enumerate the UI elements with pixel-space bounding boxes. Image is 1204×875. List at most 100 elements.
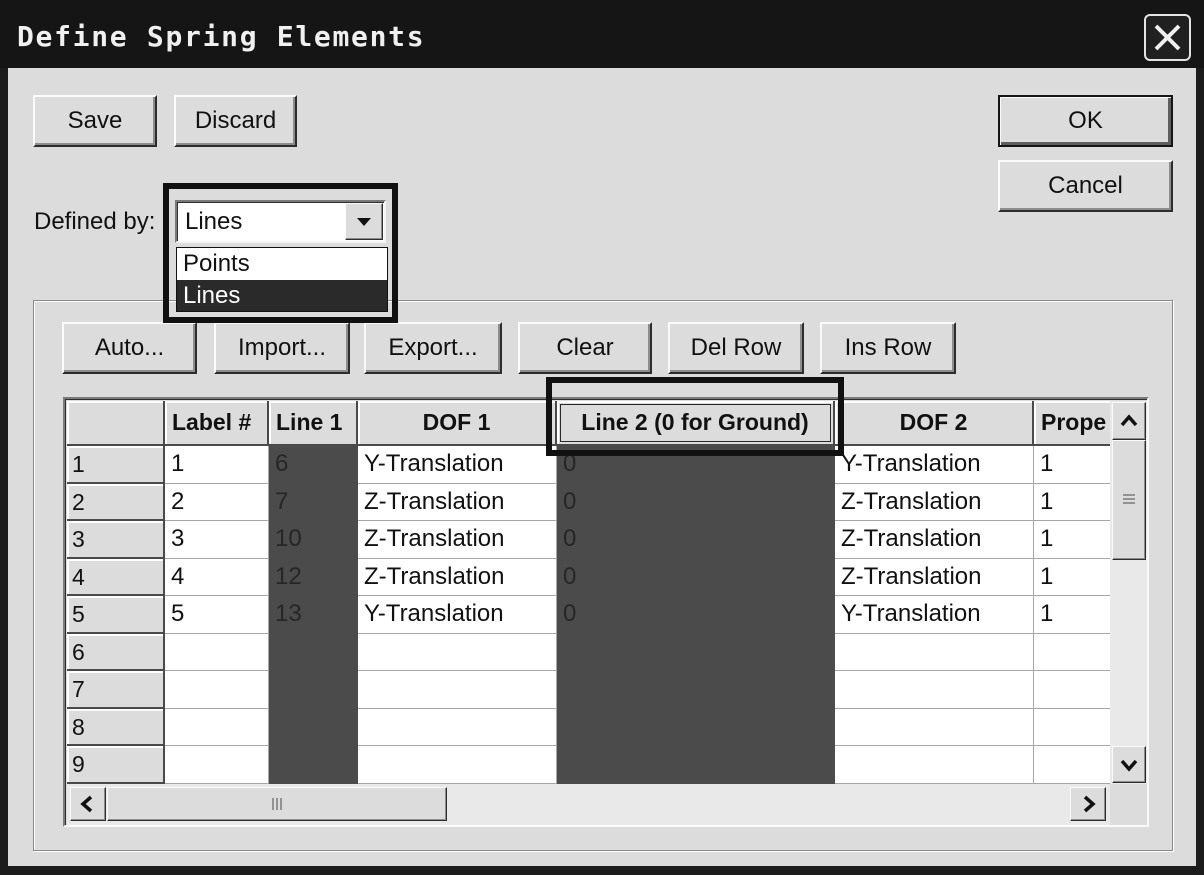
ins-row-button[interactable]: Ins Row: [820, 322, 956, 374]
cell-line-2[interactable]: 0: [557, 558, 835, 596]
cell-property[interactable]: [1034, 671, 1114, 709]
cell-dof-1[interactable]: [358, 671, 557, 709]
cell-dof-2[interactable]: [835, 671, 1034, 709]
row-header[interactable]: 4: [67, 558, 165, 596]
chevron-left-icon: [80, 795, 93, 813]
export-button[interactable]: Export...: [364, 322, 502, 374]
cell-property[interactable]: 1: [1034, 596, 1114, 634]
cell-dof-1[interactable]: Z-Translation: [358, 558, 557, 596]
cell-property[interactable]: 1: [1034, 483, 1114, 521]
cell-property[interactable]: 1: [1034, 558, 1114, 596]
cell-line-2[interactable]: [557, 671, 835, 709]
cell-property[interactable]: 1: [1034, 521, 1114, 559]
cell-property[interactable]: [1034, 708, 1114, 746]
column-header-dof-1[interactable]: DOF 1: [358, 401, 557, 446]
auto-button[interactable]: Auto...: [62, 322, 197, 374]
cell-line-2[interactable]: [557, 633, 835, 671]
cell-label[interactable]: 4: [165, 558, 269, 596]
vertical-scrollbar[interactable]: [1110, 401, 1147, 784]
save-button[interactable]: Save: [33, 95, 157, 147]
close-button[interactable]: [1144, 14, 1191, 61]
cell-line-1[interactable]: [269, 708, 358, 746]
grip-icon: [272, 798, 282, 810]
table-row: 4 4 12 Z-Translation 0 Z-Translation 1: [65, 558, 1114, 596]
table-row: 9: [65, 746, 1114, 784]
cell-property[interactable]: 1: [1034, 446, 1114, 484]
cell-property[interactable]: [1034, 746, 1114, 784]
cell-dof-2[interactable]: Z-Translation: [835, 521, 1034, 559]
column-header-label[interactable]: Label #: [165, 401, 269, 446]
cell-line-1[interactable]: 6: [269, 446, 358, 484]
cell-line-2[interactable]: 0: [557, 596, 835, 634]
cell-line-1[interactable]: 7: [269, 483, 358, 521]
cell-line-1[interactable]: [269, 633, 358, 671]
table-row: 5 5 13 Y-Translation 0 Y-Translation 1: [65, 596, 1114, 634]
cell-dof-1[interactable]: Z-Translation: [358, 521, 557, 559]
ok-button[interactable]: OK: [998, 95, 1173, 147]
row-header[interactable]: 2: [67, 483, 165, 521]
scrollbar-corner: [1110, 784, 1147, 825]
cell-label[interactable]: 1: [165, 446, 269, 484]
cell-label[interactable]: [165, 708, 269, 746]
row-header[interactable]: 6: [67, 633, 165, 671]
cancel-button[interactable]: Cancel: [998, 160, 1173, 212]
table-row: 3 3 10 Z-Translation 0 Z-Translation 1: [65, 521, 1114, 559]
cell-line-1[interactable]: 10: [269, 521, 358, 559]
cell-line-2[interactable]: [557, 746, 835, 784]
cell-label[interactable]: [165, 671, 269, 709]
cell-dof-2[interactable]: [835, 708, 1034, 746]
cell-dof-2[interactable]: [835, 746, 1034, 784]
cell-label[interactable]: [165, 633, 269, 671]
cell-dof-2[interactable]: Z-Translation: [835, 483, 1034, 521]
row-header[interactable]: 8: [67, 708, 165, 746]
clear-button[interactable]: Clear: [518, 322, 652, 374]
chevron-up-icon: [1120, 414, 1138, 427]
cell-property[interactable]: [1034, 633, 1114, 671]
scroll-right-button[interactable]: [1070, 787, 1106, 821]
row-header[interactable]: 9: [67, 746, 165, 784]
column-header-dof-2[interactable]: DOF 2: [835, 401, 1034, 446]
cell-dof-2[interactable]: Z-Translation: [835, 558, 1034, 596]
cell-label[interactable]: 3: [165, 521, 269, 559]
spring-elements-grid: Label # Line 1 DOF 1 Line 2 (0 for Groun…: [63, 397, 1149, 827]
cell-dof-2[interactable]: [835, 633, 1034, 671]
grip-icon: [1123, 494, 1135, 504]
cell-line-2[interactable]: 0: [557, 483, 835, 521]
row-header[interactable]: 3: [67, 521, 165, 559]
scroll-left-button[interactable]: [70, 787, 106, 821]
cell-line-1[interactable]: [269, 746, 358, 784]
cell-line-1[interactable]: [269, 671, 358, 709]
title-bar: Define Spring Elements: [0, 0, 1204, 68]
row-header[interactable]: 7: [67, 671, 165, 709]
discard-button[interactable]: Discard: [174, 95, 297, 147]
scroll-up-button[interactable]: [1112, 402, 1146, 440]
cell-line-1[interactable]: 13: [269, 596, 358, 634]
cell-dof-2[interactable]: Y-Translation: [835, 446, 1034, 484]
cell-line-2[interactable]: [557, 708, 835, 746]
table-row: 7: [65, 671, 1114, 709]
horizontal-scrollbar[interactable]: [67, 784, 1110, 825]
cell-label[interactable]: [165, 746, 269, 784]
defined-by-label: Defined by:: [34, 208, 156, 235]
del-row-button[interactable]: Del Row: [668, 322, 804, 374]
cell-dof-1[interactable]: Y-Translation: [358, 446, 557, 484]
cell-dof-1[interactable]: Y-Translation: [358, 596, 557, 634]
scroll-thumb-horizontal[interactable]: [107, 787, 447, 821]
import-button[interactable]: Import...: [214, 322, 350, 374]
scroll-thumb[interactable]: [1112, 440, 1146, 560]
cell-dof-1[interactable]: [358, 633, 557, 671]
column-header-property[interactable]: Prope: [1034, 401, 1114, 446]
row-header[interactable]: 1: [67, 446, 165, 484]
close-icon: [1154, 24, 1181, 51]
cell-line-2[interactable]: 0: [557, 521, 835, 559]
scroll-down-button[interactable]: [1112, 746, 1146, 783]
cell-dof-1[interactable]: [358, 746, 557, 784]
cell-dof-1[interactable]: [358, 708, 557, 746]
cell-dof-2[interactable]: Y-Translation: [835, 596, 1034, 634]
cell-label[interactable]: 5: [165, 596, 269, 634]
cell-line-1[interactable]: 12: [269, 558, 358, 596]
column-header-line-1[interactable]: Line 1: [269, 401, 358, 446]
cell-label[interactable]: 2: [165, 483, 269, 521]
row-header[interactable]: 5: [67, 596, 165, 634]
cell-dof-1[interactable]: Z-Translation: [358, 483, 557, 521]
